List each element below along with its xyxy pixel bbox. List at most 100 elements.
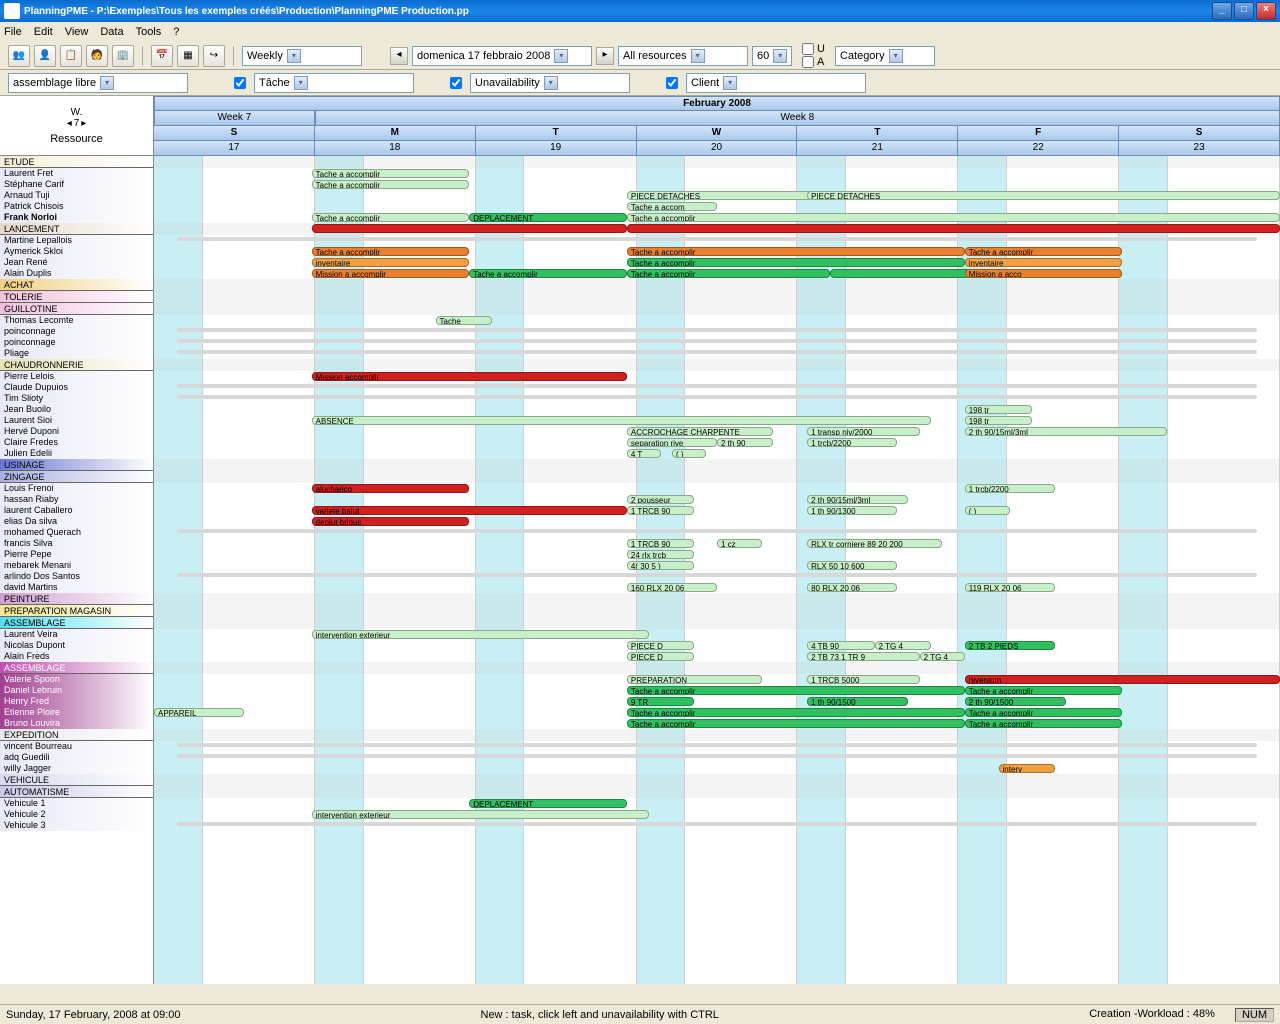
group-header[interactable]: PREPARATION MAGASIN	[0, 605, 153, 617]
gantt-row[interactable]: PIECE D4 TB 902 TG 42 TB 2 PIEDS	[154, 640, 1280, 651]
date-next-button[interactable]: ▸	[596, 47, 614, 65]
resource-row[interactable]: Alain Duplis	[0, 268, 153, 279]
task-bar[interactable]: Tache a accomplir	[627, 708, 965, 717]
gantt-row[interactable]	[154, 326, 1280, 337]
gantt-row[interactable]: 2 pousseur2 th 90/15ml/3ml	[154, 494, 1280, 505]
gantt-row[interactable]: APPAREILTache a accomplirTache a accompl…	[154, 707, 1280, 718]
task-bar[interactable]: 2 th 90	[717, 438, 773, 447]
task-bar[interactable]: 1 trcb/2200	[807, 438, 897, 447]
resource-row[interactable]: poinconnage	[0, 326, 153, 337]
task-bar[interactable]: variete balut	[312, 506, 627, 515]
date-prev-button[interactable]: ◂	[390, 47, 408, 65]
resource-row[interactable]: Nicolas Dupont	[0, 640, 153, 651]
gantt-row[interactable]: PIECE DETACHESPIECE DETACHES	[154, 190, 1280, 201]
task-bar[interactable]: 1 TRCB 90	[627, 506, 695, 515]
gantt-row[interactable]: 198 tr	[154, 404, 1280, 415]
tool-manage-icon[interactable]: 🧑	[86, 45, 108, 67]
gantt-row[interactable]	[154, 337, 1280, 348]
tool-list-icon[interactable]: 📋	[60, 45, 82, 67]
date-cell[interactable]: 22	[958, 141, 1119, 156]
u-checkbox[interactable]: U	[802, 43, 825, 55]
menu-edit[interactable]: Edit	[34, 26, 53, 38]
resource-row[interactable]: arlindo Dos Santos	[0, 571, 153, 582]
task-bar[interactable]: 4( 30 5 )	[627, 561, 695, 570]
resource-row[interactable]: Jean René	[0, 257, 153, 268]
resource-row[interactable]: Martine Lepallois	[0, 235, 153, 246]
gantt-row[interactable]: PREPARATION1 TRCB 5000hiversum	[154, 674, 1280, 685]
task-bar[interactable]: Tache a accomplir	[965, 719, 1123, 728]
gantt-row[interactable]: 4( 30 5 ) RLX 50 10 600	[154, 560, 1280, 571]
week-next-icon[interactable]: ▸	[81, 118, 86, 129]
task-bar[interactable]: Tache a accomplir	[627, 719, 965, 728]
menu-file[interactable]: File	[4, 26, 22, 38]
task-bar[interactable]: 2 TB 73 1 TR 9	[807, 652, 920, 661]
group-header[interactable]: ASSEMBLAGE	[0, 662, 153, 674]
date-cell[interactable]: 18	[315, 141, 476, 156]
minimize-button[interactable]: _	[1212, 2, 1232, 20]
gantt-row[interactable]: Tache a accomplirTache a accomplir	[154, 718, 1280, 729]
resource-row[interactable]: Stéphane Carif	[0, 179, 153, 190]
resource-row[interactable]: elias Da silva	[0, 516, 153, 527]
resource-row[interactable]: Julien Edelii	[0, 448, 153, 459]
task-bar[interactable]: Tache a accomplir	[627, 686, 965, 695]
resource-row[interactable]: poinconnage	[0, 337, 153, 348]
gantt-row[interactable]: separation rive2 th 90 1 trcb/2200	[154, 437, 1280, 448]
task-bar[interactable]: RLX 50 10 600	[807, 561, 897, 570]
unavailability-checkbox[interactable]	[450, 77, 462, 89]
resource-row[interactable]: Tim Slioty	[0, 393, 153, 404]
task-bar[interactable]: separation rive	[627, 438, 717, 447]
task-bar[interactable]: Tache a accomplir	[312, 247, 470, 256]
tache-selector[interactable]: Tâche▾	[254, 73, 414, 93]
task-bar[interactable]: 1 th 90/1500	[807, 697, 908, 706]
resource-row[interactable]: Bruno Louvira	[0, 718, 153, 729]
group-header[interactable]: GUILLOTINE	[0, 303, 153, 315]
task-bar[interactable]: PIECE DETACHES	[807, 191, 1280, 200]
tool-building-icon[interactable]: 🏢	[112, 45, 134, 67]
resource-row[interactable]: mohamed Querach	[0, 527, 153, 538]
gantt-row[interactable]: Tache a accomplir	[154, 168, 1280, 179]
group-header[interactable]: VEHICULE	[0, 774, 153, 786]
resource-row[interactable]: Laurent Veira	[0, 629, 153, 640]
resource-row[interactable]: david Martins	[0, 582, 153, 593]
gantt-row[interactable]: Tache a accomplirTache a accomplir	[154, 685, 1280, 696]
task-bar[interactable]: inventaire	[965, 258, 1123, 267]
gantt-row[interactable]	[154, 348, 1280, 359]
task-bar[interactable]	[830, 269, 988, 278]
gantt-row[interactable]: inventaireTache a accomplirinventaire	[154, 257, 1280, 268]
task-bar[interactable]: 198 tr	[965, 405, 1033, 414]
menu-tools[interactable]: Tools	[136, 26, 162, 38]
group-header[interactable]: AUTOMATISME	[0, 786, 153, 798]
resource-row[interactable]: Pliage	[0, 348, 153, 359]
height-selector[interactable]: 60▾	[752, 46, 792, 66]
gantt-row[interactable]: ABSENCE198 tr	[154, 415, 1280, 426]
gantt-row[interactable]: Tache a accomplirTache a accomplirTache …	[154, 246, 1280, 257]
gantt-row[interactable]: interv	[154, 763, 1280, 774]
assemblage-selector[interactable]: assemblage libre▾	[8, 73, 188, 93]
task-bar[interactable]: Tache a accomplir	[312, 180, 470, 189]
task-bar[interactable]: ACCROCHAGE CHARPENTE	[627, 427, 773, 436]
resource-row[interactable]: Pierre Pepe	[0, 549, 153, 560]
resource-row[interactable]: Daniel Lebruin	[0, 685, 153, 696]
task-bar[interactable]: inventaire	[312, 258, 470, 267]
task-bar[interactable]: 119 RLX 20 06	[965, 583, 1055, 592]
task-bar[interactable]: intervention exterieur	[312, 630, 650, 639]
task-bar[interactable]: alucharico	[312, 484, 470, 493]
task-bar[interactable]: 1 th 90/1300	[807, 506, 897, 515]
gantt-row[interactable]: 1 TRCB 901 czRLX tr corniere 89 20 200	[154, 538, 1280, 549]
resource-row[interactable]: Aymerick Skloi	[0, 246, 153, 257]
task-bar[interactable]: ( )	[672, 449, 706, 458]
resource-row[interactable]: Patrick Chisois	[0, 201, 153, 212]
task-bar[interactable]: Tache a accomplir	[312, 169, 470, 178]
group-header[interactable]: ZINGAGE	[0, 471, 153, 483]
date-cell[interactable]: 19	[476, 141, 637, 156]
gantt-row[interactable]	[154, 527, 1280, 538]
gantt-row[interactable]: 24 rlx trcb	[154, 549, 1280, 560]
task-bar[interactable]: PREPARATION	[627, 675, 762, 684]
task-bar[interactable]: Tache a accomplir	[627, 247, 965, 256]
resource-row[interactable]: Claude Dupuios	[0, 382, 153, 393]
gantt-row[interactable]: Tache	[154, 315, 1280, 326]
task-bar[interactable]: intervention exterieur	[312, 810, 650, 819]
view-selector[interactable]: Weekly▾	[242, 46, 362, 66]
task-bar[interactable]: Tache a accomplir	[965, 686, 1123, 695]
resource-row[interactable]: Louis Frenoi	[0, 483, 153, 494]
